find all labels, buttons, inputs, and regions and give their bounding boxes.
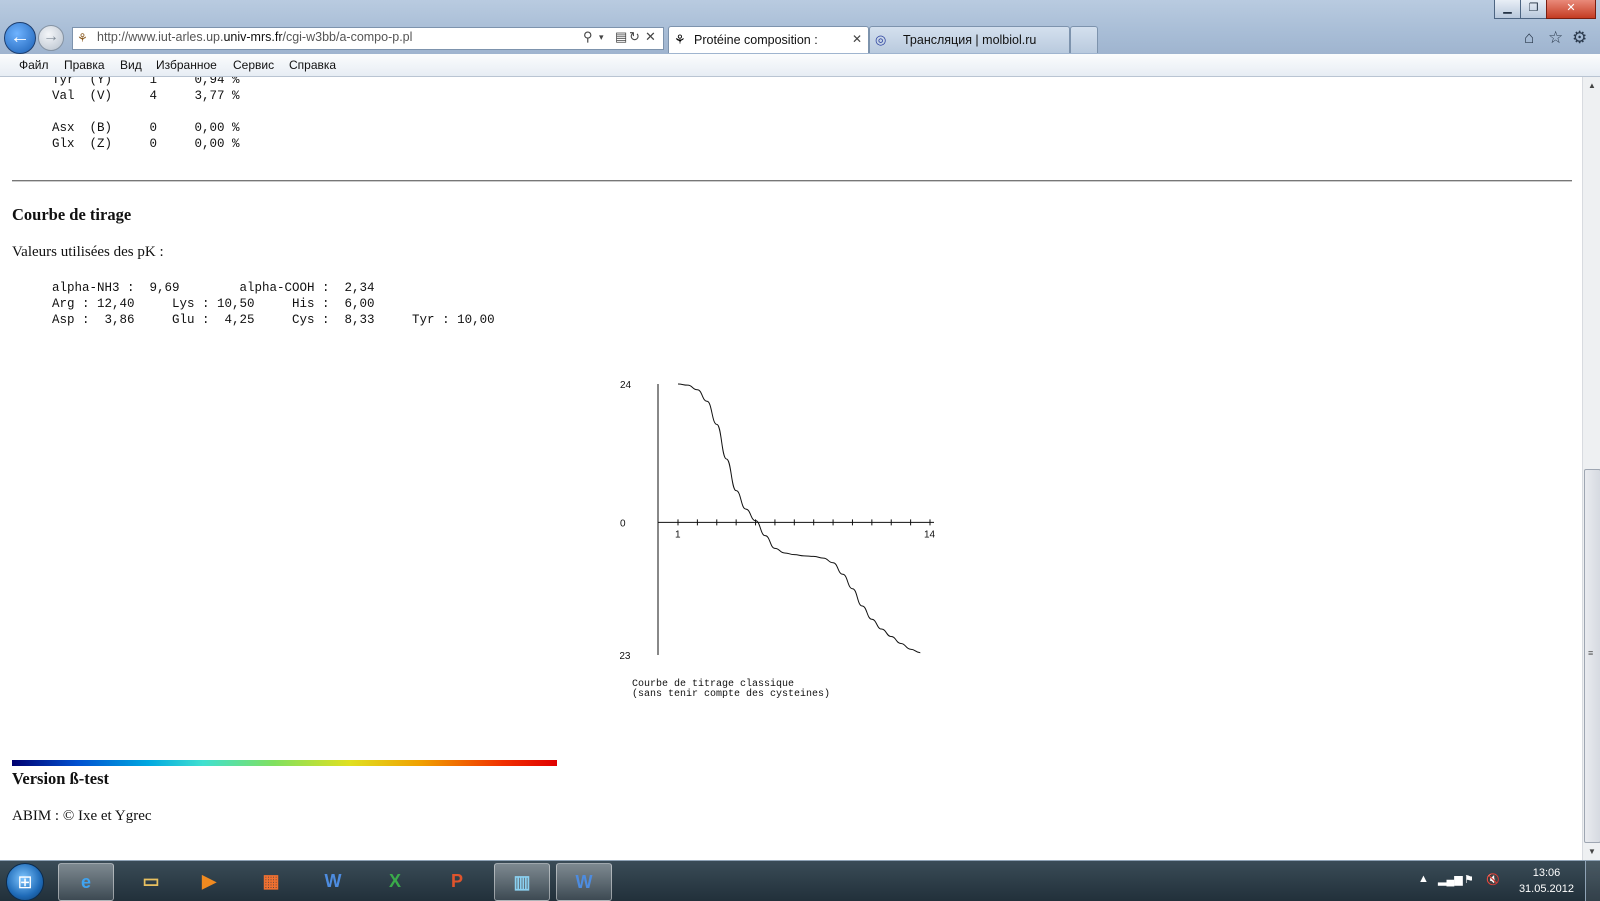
url-path: /cgi-w3bb/a-compo-p.pl [282,30,413,44]
url-prefix: http://www.iut-arles.up. [97,30,224,44]
dropdown-icon[interactable]: ▾ [599,32,604,43]
forward-arrow-icon: → [43,28,59,45]
pk-row: Asp : 3,86 Glu : 4,25 Cys : 8,33 Tyr : 1… [52,313,495,327]
tab-favicon-icon: ⚘ [674,32,686,47]
search-icon[interactable]: ⚲ [583,29,593,45]
chart-axes [657,384,934,655]
molbiol-favicon-icon: ◎ [875,32,887,47]
chart-caption-sub: (sans tenir compte des cysteines) [632,688,830,700]
taskbar-powerpoint-icon[interactable]: P [430,863,484,899]
grip-icon: ≡ [1588,648,1594,658]
back-button[interactable]: ← [4,22,36,54]
clock-time: 13:06 [1532,867,1561,879]
tab-molbiol[interactable]: ◎ Трансляция | molbiol.ru [869,26,1070,53]
x-tick-label-max: 14 [924,529,936,540]
menu-favorites[interactable]: Избранное [156,58,217,72]
y-tick-label-min: -23 [620,651,631,662]
menu-file[interactable]: Файл [19,58,49,72]
maximize-button[interactable]: ❐ [1520,0,1547,19]
taskbar-word-icon[interactable]: W [306,863,360,899]
titration-curve [677,383,921,654]
titration-chart: 24 0 -23 1 14 Courbe de titrage classiqu… [620,380,936,700]
forward-button[interactable]: → [38,25,64,51]
taskbar-excel-icon[interactable]: X [368,863,422,899]
stop-icon[interactable]: ✕ [645,29,656,45]
browser-window: ▁ ❐ ✕ ← → ⚘ http://www.iut-arles.up.univ… [0,0,1600,860]
x-tick-label-min: 1 [675,529,681,540]
tab-label: Трансляция | molbiol.ru [903,33,1037,47]
site-favicon-icon: ⚘ [77,31,88,45]
flag-icon[interactable]: ⚑ [1464,873,1474,886]
home-icon[interactable]: ⌂ [1524,28,1534,48]
scrollbar-thumb[interactable]: ≡ [1584,469,1600,843]
taskbar-media-player-icon[interactable]: ▶ [182,863,236,899]
version-title: Version ß-test [12,769,110,788]
clock-date: 31.05.2012 [1518,883,1574,895]
scroll-up-icon[interactable]: ▲ [1583,77,1600,94]
taskbar-app-icon[interactable]: ▥ [494,863,550,901]
vertical-scrollbar[interactable]: ▲ ≡ ▼ [1582,77,1600,860]
favorites-star-icon[interactable]: ☆ [1548,28,1563,48]
menu-tools[interactable]: Сервис [233,58,274,72]
menu-edit[interactable]: Правка [64,58,105,72]
menu-help[interactable]: Справка [289,58,336,72]
close-tab-icon[interactable]: ✕ [852,32,862,46]
rainbow-divider [12,760,557,766]
start-button[interactable]: ⊞ [6,863,44,901]
aa-row: Val (V) 4 3,77 % [52,89,240,103]
aa-row: Glx (Z) 0 0,00 % [52,137,240,151]
clock[interactable]: 13:06 31.05.2012 [1519,865,1574,897]
taskbar-word-doc-icon[interactable]: W [556,863,612,901]
windows-logo-icon: ⊞ [17,872,33,892]
taskbar-explorer-icon[interactable]: ▭ [124,863,178,899]
tray-expand-icon[interactable]: ▲ [1418,873,1429,885]
page-content: Tyr (Y) 1 0,94 % Val (V) 4 3,77 % Asx (B… [0,77,1582,860]
taskbar-office-icon[interactable]: ▦ [244,863,298,899]
network-icon[interactable]: ▂▄▆ [1438,873,1463,886]
new-tab-button[interactable] [1070,26,1098,53]
pk-row: alpha-NH3 : 9,69 alpha-COOH : 2,34 [52,281,375,295]
show-desktop-button[interactable] [1585,861,1600,901]
pk-row: Arg : 12,40 Lys : 10,50 His : 6,00 [52,297,375,311]
scroll-down-icon[interactable]: ▼ [1583,843,1600,860]
tab-label: Protéine composition : [694,33,818,47]
horizontal-rule [12,180,1572,182]
back-arrow-icon: ← [10,26,30,48]
aa-row: Asx (B) 0 0,00 % [52,121,240,135]
url-domain: univ-mrs.fr [223,30,283,44]
minimize-button[interactable]: ▁ [1494,0,1521,19]
menu-view[interactable]: Вид [120,58,142,72]
close-window-button[interactable]: ✕ [1546,0,1596,19]
y-tick-label-max: 24 [620,380,632,391]
volume-muted-icon[interactable]: 🔇 [1486,873,1500,886]
aa-row: Tyr (Y) 1 0,94 % [52,77,240,87]
taskbar-ie-icon[interactable]: e [58,863,114,901]
browser-toolbar: ▁ ❐ ✕ ← → ⚘ http://www.iut-arles.up.univ… [0,0,1600,54]
compat-view-icon[interactable]: ▤ [615,29,627,45]
menu-bar: Файл Правка Вид Избранное Сервис Справка [0,54,1600,77]
taskbar: ⊞ e ▭ ▶ ▦ W X P ▥ W ▲ ▂▄▆ ⚑ 🔇 13:06 31.0… [0,860,1600,901]
footer-credit: ABIM : © Ixe et Ygrec [12,808,152,824]
refresh-icon[interactable]: ↻ [629,29,640,45]
y-tick-label-zero: 0 [620,518,626,529]
pk-intro: Valeurs utilisées des pK : [12,244,164,260]
tab-proteine-composition[interactable]: ⚘ Protéine composition : ✕ [668,26,869,53]
section-title: Courbe de tirage [12,205,132,224]
gear-icon[interactable]: ⚙ [1572,28,1587,48]
address-bar[interactable]: ⚘ http://www.iut-arles.up.univ-mrs.fr/cg… [72,27,664,50]
address-url[interactable]: http://www.iut-arles.up.univ-mrs.fr/cgi-… [97,30,412,44]
